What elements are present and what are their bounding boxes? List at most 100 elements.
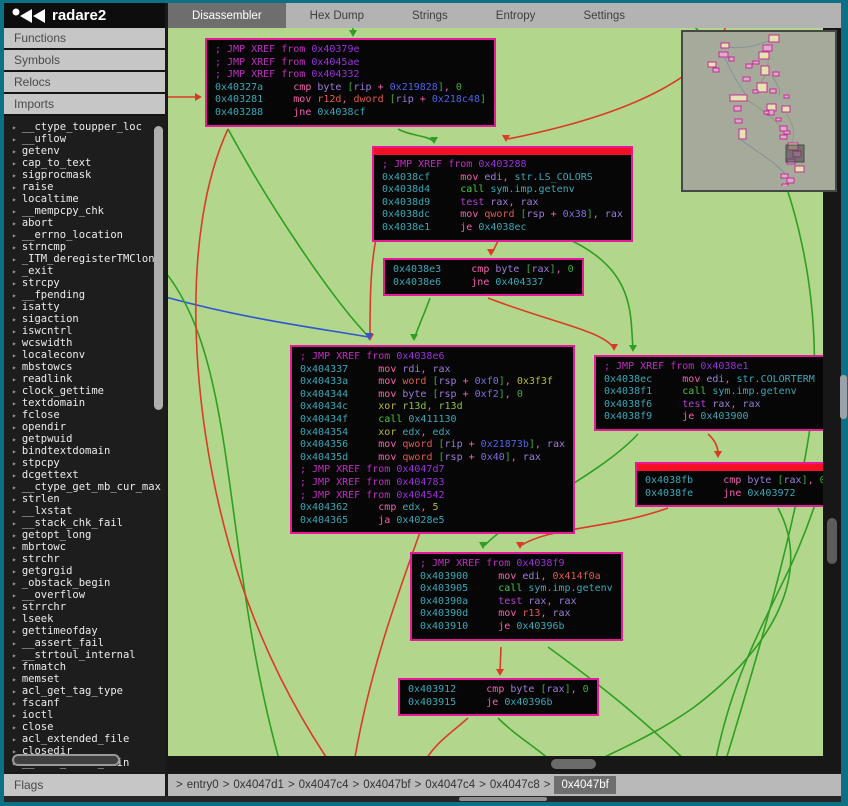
graph-minimap[interactable] — [681, 30, 837, 192]
breadcrumb-item-current[interactable]: 0x4047bf — [554, 776, 615, 794]
sidebar-item-relocs[interactable]: Relocs — [4, 72, 165, 94]
import-item[interactable]: ▸mbstowcs — [4, 361, 165, 373]
import-item[interactable]: ▸acl_get_tag_type — [4, 685, 165, 697]
breadcrumb-item[interactable]: 0x4047bf — [363, 779, 410, 791]
import-item[interactable]: ▸wcswidth — [4, 337, 165, 349]
minimap-node — [739, 129, 746, 139]
graph-horizontal-scrollbar[interactable] — [168, 756, 841, 772]
expand-arrow-icon: ▸ — [12, 447, 17, 456]
block-highlight-bar — [637, 464, 823, 471]
import-item[interactable]: ▸__assert_fail — [4, 637, 165, 649]
tab-strings[interactable]: Strings — [388, 3, 472, 28]
imports-horizontal-scrollbar[interactable] — [12, 754, 120, 766]
import-item[interactable]: ▸gettimeofday — [4, 625, 165, 637]
imports-vertical-scrollbar-thumb[interactable] — [154, 126, 163, 410]
minimap-viewport[interactable] — [786, 145, 804, 162]
import-item[interactable]: ▸dcgettext — [4, 469, 165, 481]
import-item[interactable]: ▸_exit — [4, 265, 165, 277]
expand-arrow-icon: ▸ — [12, 147, 17, 156]
import-item[interactable]: ▸getgrgid — [4, 565, 165, 577]
import-item[interactable]: ▸cap_to_text — [4, 157, 165, 169]
tab-disassembler[interactable]: Disassembler — [168, 3, 286, 28]
graph-node-blk-0x40327a[interactable]: ; JMP XREF from 0x40379e; JMP XREF from … — [205, 38, 496, 127]
window-horizontal-scrollbar-thumb[interactable] — [459, 797, 547, 801]
import-item[interactable]: ▸sigprocmask — [4, 169, 165, 181]
expand-arrow-icon: ▸ — [12, 375, 17, 384]
sidebar-item-flags[interactable]: Flags — [4, 774, 165, 796]
import-item[interactable]: ▸memset — [4, 673, 165, 685]
import-item[interactable]: ▸_ITM_deregisterTMClone — [4, 253, 165, 265]
disasm-line: 0x4038cf mov edi, str.LS_COLORS — [382, 172, 623, 185]
import-item[interactable]: ▸__ctype_toupper_loc — [4, 121, 165, 133]
import-item[interactable]: ▸isatty — [4, 301, 165, 313]
breadcrumb-item[interactable]: 0x4047c4 — [299, 779, 349, 791]
import-item[interactable]: ▸__stack_chk_fail — [4, 517, 165, 529]
import-item[interactable]: ▸mbrtowc — [4, 541, 165, 553]
graph-node-blk-0x4038cf[interactable]: ; JMP XREF from 0x4032880x4038cf mov edi… — [372, 146, 633, 242]
window-horizontal-scrollbar[interactable] — [4, 796, 841, 802]
graph-node-blk-0x4038fb[interactable]: 0x4038fb cmp byte [rax], 00x4038fe jne 0… — [635, 462, 823, 507]
import-item[interactable]: ▸__fpending — [4, 289, 165, 301]
import-item[interactable]: ▸__uflow — [4, 133, 165, 145]
import-item[interactable]: ▸strlen — [4, 493, 165, 505]
disasm-line: 0x4038f9 je 0x403900 — [604, 411, 815, 424]
import-item[interactable]: ▸getopt_long — [4, 529, 165, 541]
import-item[interactable]: ▸strchr — [4, 553, 165, 565]
expand-arrow-icon: ▸ — [12, 687, 17, 696]
disasm-line: 0x4038d4 call sym.imp.getenv — [382, 184, 623, 197]
import-item[interactable]: ▸raise — [4, 181, 165, 193]
import-item[interactable]: ▸__errno_location — [4, 229, 165, 241]
graph-horizontal-scrollbar-thumb[interactable] — [551, 759, 596, 769]
graph-node-blk-0x4038e3[interactable]: 0x4038e3 cmp byte [rax], 00x4038e6 jne 0… — [383, 258, 584, 296]
import-item[interactable]: ▸fclose — [4, 409, 165, 421]
import-item[interactable]: ▸ioctl — [4, 709, 165, 721]
tab-hex-dump[interactable]: Hex Dump — [286, 3, 388, 28]
import-item[interactable]: ▸strncmp — [4, 241, 165, 253]
import-item[interactable]: ▸__strtoul_internal — [4, 649, 165, 661]
expand-arrow-icon: ▸ — [12, 303, 17, 312]
import-item[interactable]: ▸stpcpy — [4, 457, 165, 469]
graph-node-blk-0x403900[interactable]: ; JMP XREF from 0x4038f90x403900 mov edi… — [410, 552, 623, 641]
import-item[interactable]: ▸getenv — [4, 145, 165, 157]
import-item[interactable]: ▸localeconv — [4, 349, 165, 361]
import-item[interactable]: ▸abort — [4, 217, 165, 229]
tab-settings[interactable]: Settings — [559, 3, 649, 28]
import-item[interactable]: ▸getpwuid — [4, 433, 165, 445]
breadcrumb-separator: > — [415, 779, 422, 791]
import-item[interactable]: ▸__overflow — [4, 589, 165, 601]
import-item[interactable]: ▸_obstack_begin — [4, 577, 165, 589]
import-item[interactable]: ▸fnmatch — [4, 661, 165, 673]
import-item[interactable]: ▸__lxstat — [4, 505, 165, 517]
import-item[interactable]: ▸bindtextdomain — [4, 445, 165, 457]
graph-node-blk-0x404337[interactable]: ; JMP XREF from 0x4038e60x404337 mov rdi… — [290, 345, 575, 534]
import-item[interactable]: ▸strcpy — [4, 277, 165, 289]
import-item[interactable]: ▸lseek — [4, 613, 165, 625]
import-item[interactable]: ▸__ctype_get_mb_cur_max — [4, 481, 165, 493]
expand-arrow-icon: ▸ — [12, 651, 17, 660]
graph-node-blk-0x4038ec[interactable]: ; JMP XREF from 0x4038e10x4038ec mov edi… — [594, 355, 823, 431]
import-item[interactable]: ▸readlink — [4, 373, 165, 385]
import-item[interactable]: ▸localtime — [4, 193, 165, 205]
graph-vertical-scrollbar-thumb[interactable] — [827, 518, 837, 564]
breadcrumb-item[interactable]: entry0 — [187, 779, 219, 791]
import-item[interactable]: ▸strrchr — [4, 601, 165, 613]
graph-node-blk-0x403912[interactable]: 0x403912 cmp byte [rax], 00x403915 je 0x… — [398, 678, 599, 716]
import-item[interactable]: ▸textdomain — [4, 397, 165, 409]
import-item[interactable]: ▸opendir — [4, 421, 165, 433]
sidebar-item-symbols[interactable]: Symbols — [4, 50, 165, 72]
tab-entropy[interactable]: Entropy — [472, 3, 560, 28]
expand-arrow-icon: ▸ — [12, 603, 17, 612]
sidebar-item-functions[interactable]: Functions — [4, 28, 165, 50]
import-item[interactable]: ▸fscanf — [4, 697, 165, 709]
breadcrumb-item[interactable]: 0x4047c4 — [425, 779, 475, 791]
import-item[interactable]: ▸__mempcpy_chk — [4, 205, 165, 217]
import-item[interactable]: ▸iswcntrl — [4, 325, 165, 337]
sidebar-item-imports[interactable]: Imports — [4, 94, 165, 116]
window-vertical-scrollbar-thumb[interactable] — [840, 375, 847, 419]
import-item[interactable]: ▸sigaction — [4, 313, 165, 325]
import-item[interactable]: ▸acl_extended_file — [4, 733, 165, 745]
breadcrumb-item[interactable]: 0x4047c8 — [490, 779, 540, 791]
breadcrumb-item[interactable]: 0x4047d1 — [233, 779, 284, 791]
import-item[interactable]: ▸clock_gettime — [4, 385, 165, 397]
import-item[interactable]: ▸close — [4, 721, 165, 733]
